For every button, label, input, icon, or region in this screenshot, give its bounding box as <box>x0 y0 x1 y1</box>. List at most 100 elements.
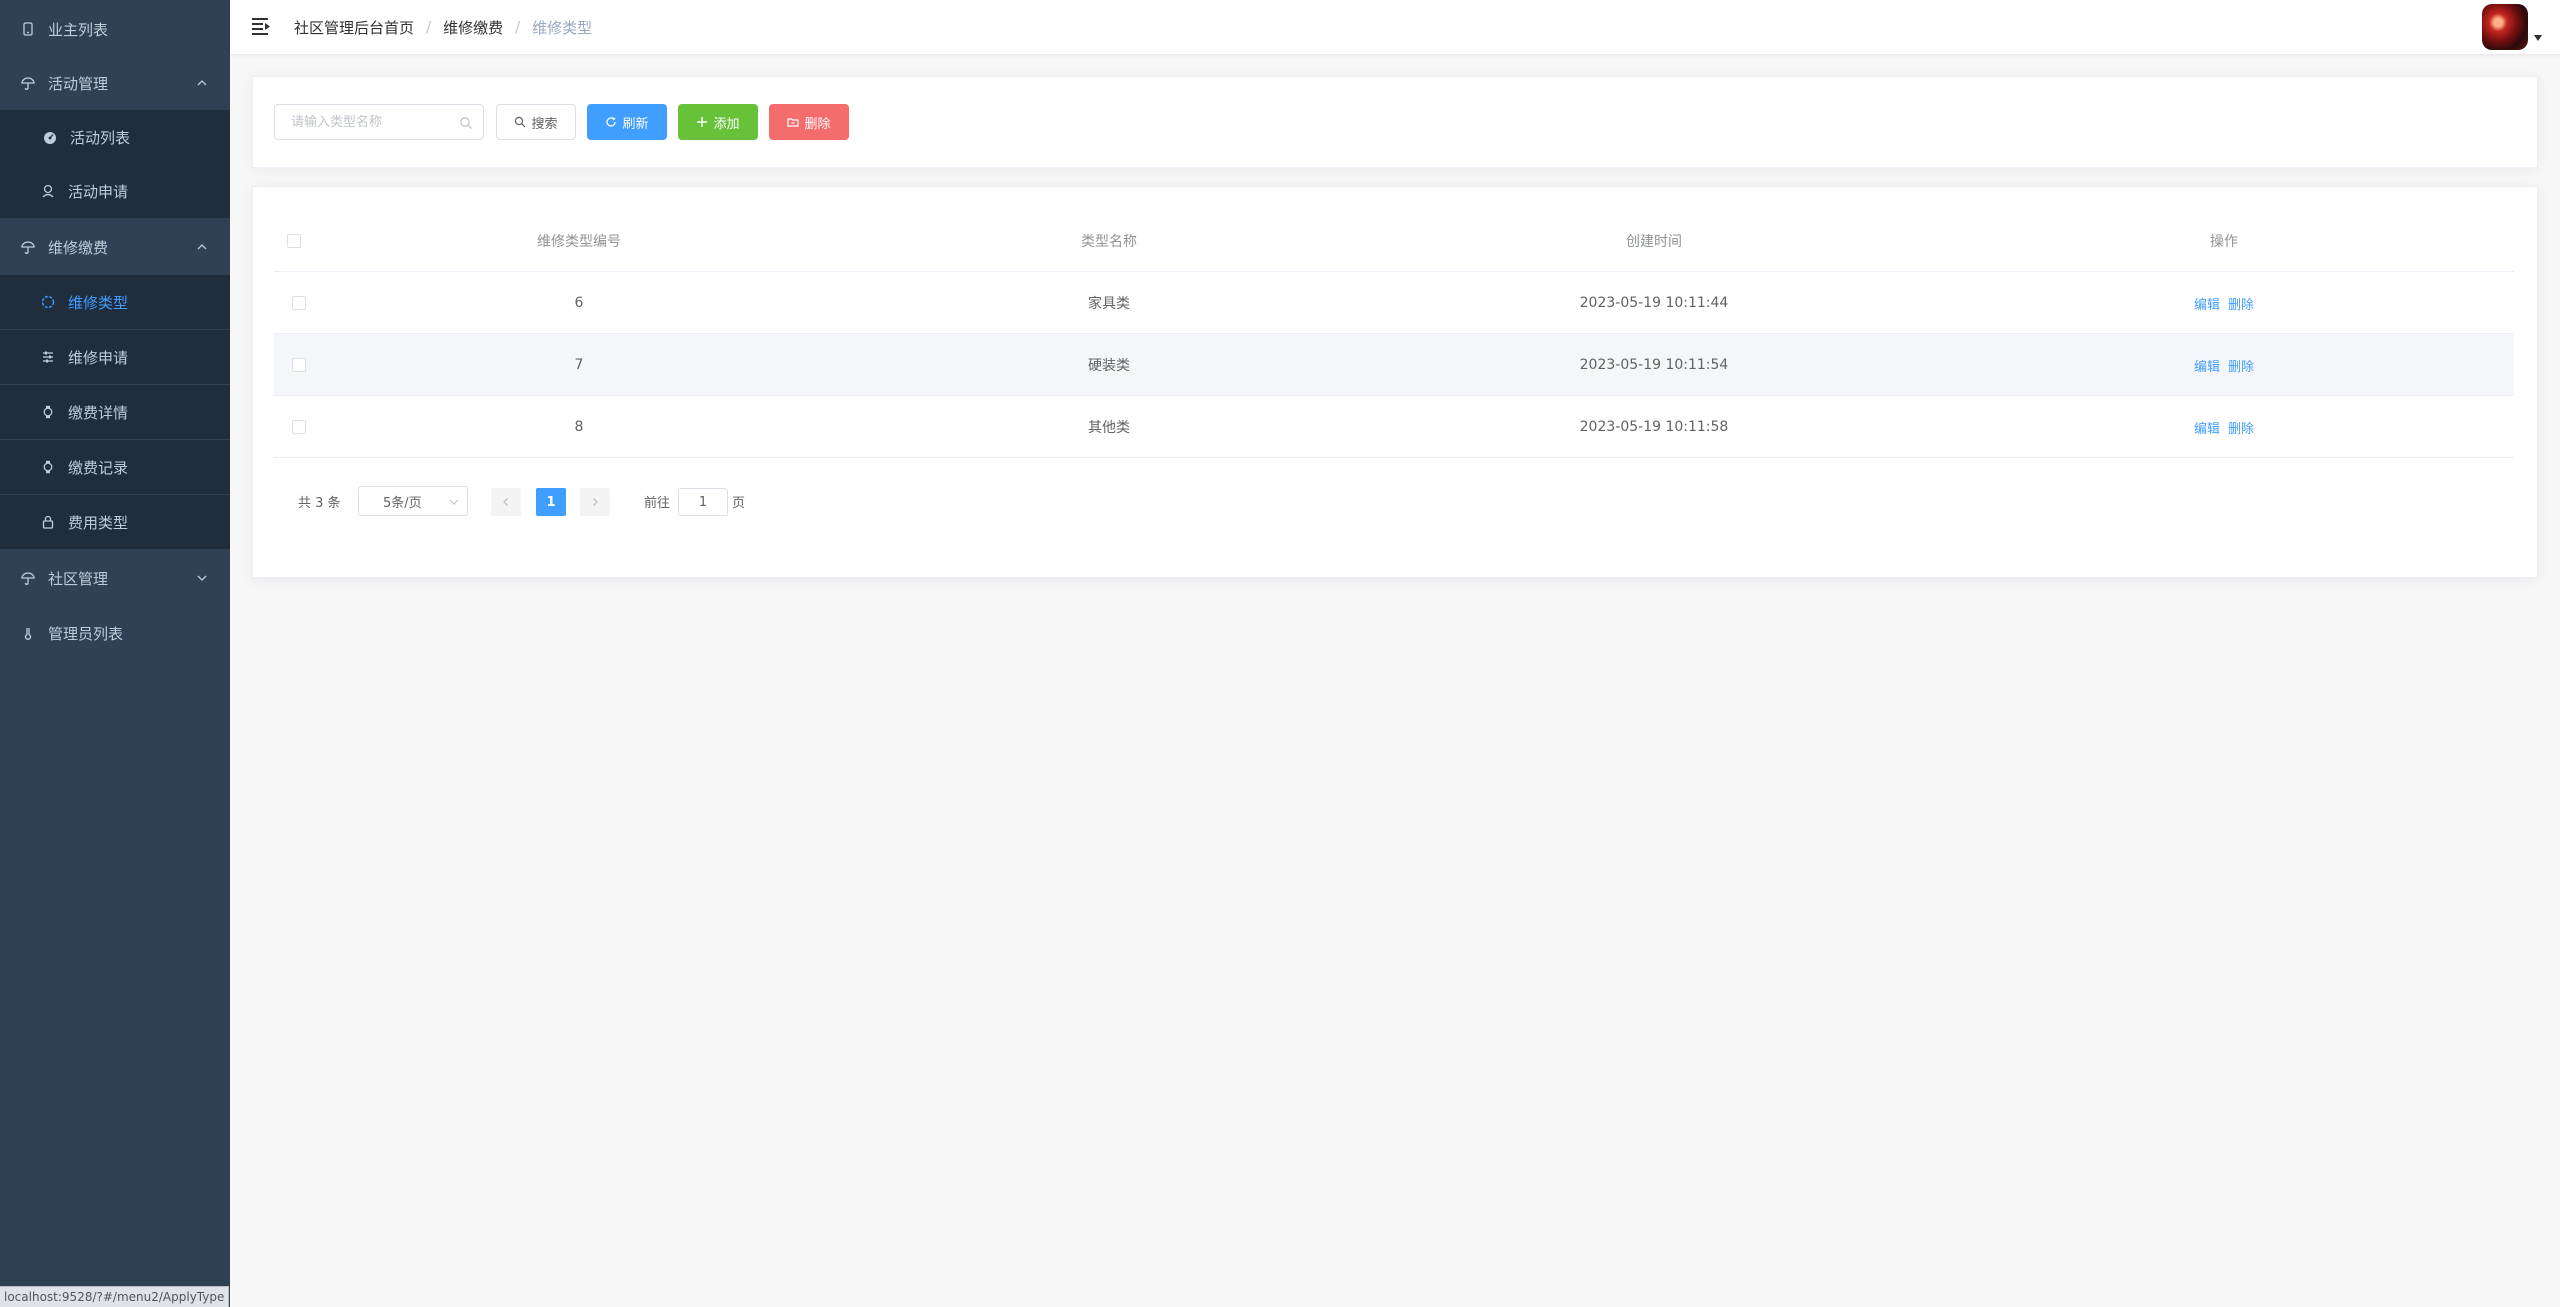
edit-link[interactable]: 编辑 <box>2194 418 2220 437</box>
search-button[interactable]: 搜索 <box>496 104 576 140</box>
breadcrumb-home[interactable]: 社区管理后台首页 <box>294 17 414 38</box>
edit-link[interactable]: 编辑 <box>2194 294 2220 313</box>
sidebar-item-admin-list[interactable]: 管理员列表 <box>0 606 230 660</box>
sidebar-item-label: 管理员列表 <box>48 624 124 643</box>
cell-name: 硬装类 <box>1088 358 1130 374</box>
chevron-left-icon <box>503 498 508 506</box>
column-header-created[interactable]: 创建时间 <box>1374 210 1934 272</box>
row-checkbox[interactable] <box>292 296 306 310</box>
watch-icon <box>40 459 56 475</box>
sidebar-item-label: 维修申请 <box>68 348 129 367</box>
pagination-total: 共 3 条 <box>298 495 341 511</box>
plus-icon <box>697 117 708 127</box>
cell-actions: 编辑 删除 <box>1934 334 2514 396</box>
sidebar-item-label: 活动列表 <box>70 128 131 147</box>
delete-link[interactable]: 删除 <box>2228 418 2254 437</box>
search-icon <box>515 116 526 128</box>
hamburger-icon[interactable] <box>250 15 272 37</box>
breadcrumb-current: 维修类型 <box>532 18 593 37</box>
caret-down-icon[interactable] <box>2533 34 2543 42</box>
circle-icon <box>40 294 56 310</box>
sliders-icon <box>40 349 56 365</box>
refresh-button[interactable]: 刷新 <box>587 104 667 140</box>
navbar: 社区管理后台首页 / 维修缴费 / 维修类型 <box>230 0 2560 54</box>
cell-id: 7 <box>574 357 584 373</box>
sidebar-item-repair-application[interactable]: 维修申请 <box>0 330 230 384</box>
umbrella-icon <box>20 75 36 91</box>
add-button[interactable]: 添加 <box>678 104 758 140</box>
row-select-cell <box>274 396 314 458</box>
row-checkbox[interactable] <box>292 420 306 434</box>
sidebar-item-payment-details[interactable]: 缴费详情 <box>0 385 230 439</box>
breadcrumb-separator: / <box>515 18 521 36</box>
thermometer-icon <box>20 625 36 641</box>
sidebar-item-label: 缴费详情 <box>68 403 129 422</box>
prev-page-button[interactable] <box>491 488 521 516</box>
column-header-actions: 操作 <box>2210 234 2238 250</box>
delete-link[interactable]: 删除 <box>2228 356 2254 375</box>
next-page-button[interactable] <box>580 488 610 516</box>
avatar[interactable] <box>2482 4 2528 50</box>
watch-icon <box>40 404 56 420</box>
row-checkbox[interactable] <box>292 358 306 372</box>
cell-actions: 编辑 删除 <box>1934 396 2514 458</box>
page-number-current[interactable]: 1 <box>536 488 566 516</box>
chevron-down-icon <box>197 575 207 581</box>
sidebar-item-label: 缴费记录 <box>68 458 129 477</box>
column-header-id[interactable]: 维修类型编号 <box>314 210 844 272</box>
sidebar-item-label: 业主列表 <box>48 20 109 39</box>
sidebar-item-community-management[interactable]: 社区管理 <box>0 551 230 605</box>
sidebar-item-activity-application[interactable]: 活动申请 <box>0 164 230 218</box>
umbrella-icon <box>20 239 36 255</box>
browser-status-url: localhost:9528/?#/menu2/ApplyType <box>0 1286 230 1307</box>
sidebar-item-owner-list[interactable]: 业主列表 <box>0 2 230 56</box>
sidebar-item-activity-list[interactable]: 活动列表 <box>0 110 230 164</box>
row-select-cell <box>274 272 314 334</box>
sidebar-item-activity-management[interactable]: 活动管理 <box>0 56 230 110</box>
column-header-name[interactable]: 类型名称 <box>844 210 1374 272</box>
table-row: 8 其他类 2023-05-19 10:11:58 编辑 删除 <box>274 396 2514 458</box>
sidebar-item-label: 活动申请 <box>68 182 129 201</box>
bulk-delete-button[interactable]: 删除 <box>769 104 849 140</box>
cell-actions: 编辑 删除 <box>1934 272 2514 334</box>
delete-button-label: 删除 <box>804 116 831 132</box>
page-size-select[interactable]: 5条/页 <box>358 486 468 516</box>
sidebar-item-payment-records[interactable]: 缴费记录 <box>0 440 230 494</box>
chevron-up-icon <box>197 244 207 250</box>
phone-icon <box>20 21 36 37</box>
goto-page-input[interactable] <box>678 488 728 516</box>
row-select-cell <box>274 334 314 396</box>
refresh-button-label: 刷新 <box>622 116 649 132</box>
cell-id: 6 <box>574 295 584 311</box>
goto-label: 前往 <box>644 495 671 511</box>
cell-created: 2023-05-19 10:11:58 <box>1579 419 1729 435</box>
sidebar-item-repair-type[interactable]: 维修类型 <box>0 275 230 329</box>
search-input[interactable] <box>275 105 450 139</box>
dashboard-icon <box>42 129 58 145</box>
select-all-cell <box>274 210 314 272</box>
breadcrumb-separator: / <box>426 18 432 36</box>
table-row: 6 家具类 2023-05-19 10:11:44 编辑 删除 <box>274 272 2514 334</box>
page-size-value: 5条/页 <box>383 495 422 511</box>
search-field[interactable] <box>274 104 484 140</box>
sidebar-item-repair-fee[interactable]: 维修缴费 <box>0 220 230 274</box>
sidebar-item-fee-type[interactable]: 费用类型 <box>0 495 230 549</box>
select-all-checkbox[interactable] <box>287 234 301 248</box>
page-suffix: 页 <box>732 495 746 511</box>
sidebar-item-label: 社区管理 <box>48 569 109 588</box>
cell-name: 家具类 <box>1088 296 1130 312</box>
delete-link[interactable]: 删除 <box>2228 294 2254 313</box>
chevron-up-icon <box>197 80 207 86</box>
lock-icon <box>40 514 56 530</box>
cell-created: 2023-05-19 10:11:44 <box>1579 295 1729 311</box>
sidebar-item-label: 费用类型 <box>68 513 129 532</box>
cell-name: 其他类 <box>1088 420 1130 436</box>
breadcrumb: 社区管理后台首页 / 维修缴费 / 维修类型 <box>294 0 592 54</box>
user-search-icon <box>40 183 56 199</box>
refresh-icon <box>606 117 617 127</box>
table-row: 7 硬装类 2023-05-19 10:11:54 编辑 删除 <box>274 334 2514 396</box>
cell-id: 8 <box>574 419 584 435</box>
umbrella-icon <box>20 570 36 586</box>
edit-link[interactable]: 编辑 <box>2194 356 2220 375</box>
cell-created: 2023-05-19 10:11:54 <box>1579 357 1729 373</box>
